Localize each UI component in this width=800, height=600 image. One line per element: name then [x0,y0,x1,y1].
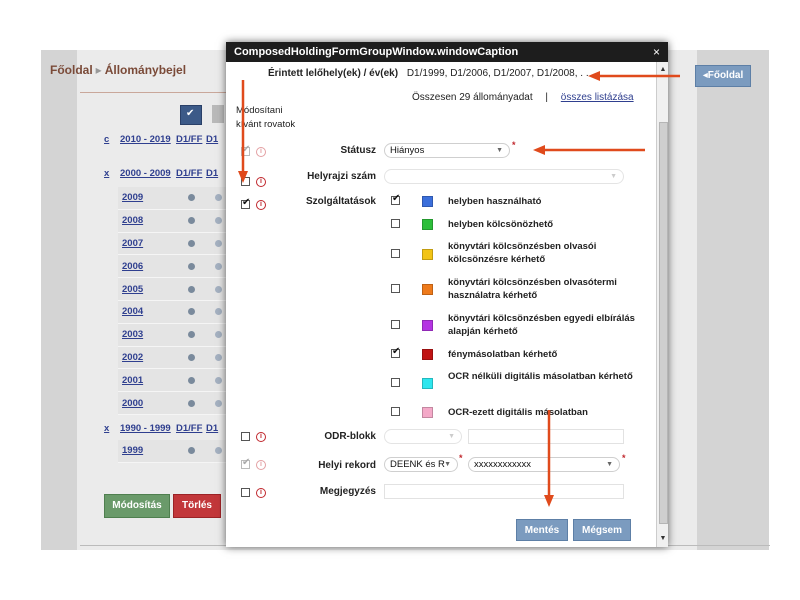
arrow-head-icon [588,71,600,81]
arrow-head-icon [533,145,545,155]
arrow-head-icon [544,495,554,507]
annotation-arrows [238,71,680,507]
arrow-head-icon [238,171,248,183]
